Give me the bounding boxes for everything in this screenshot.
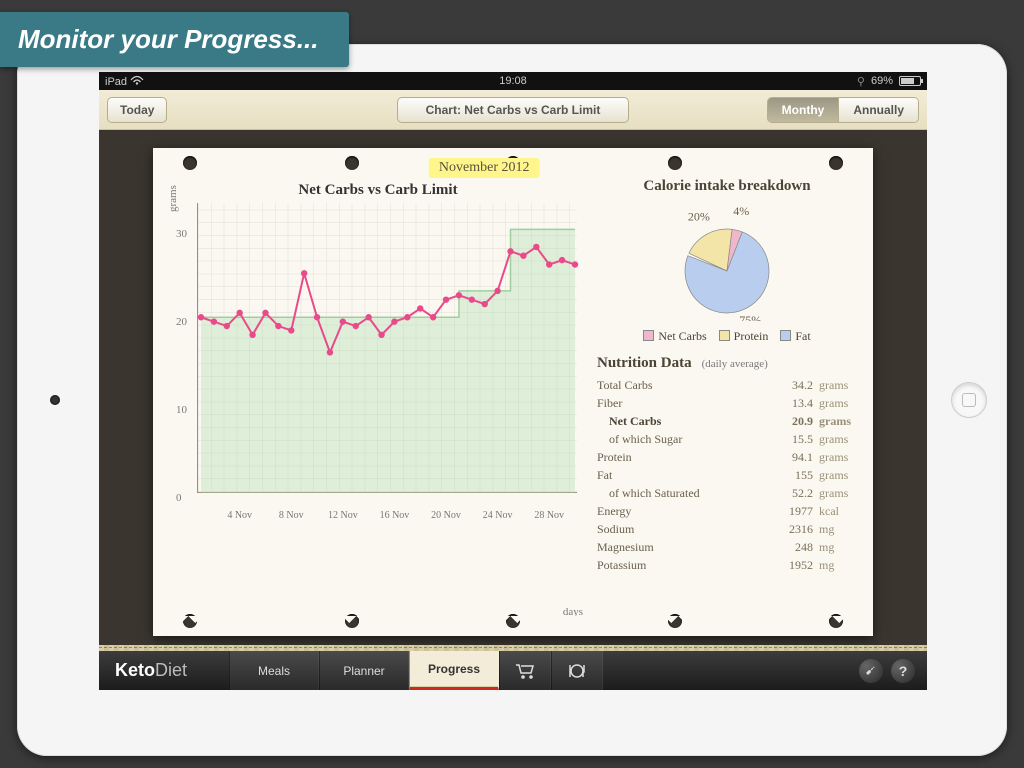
help-button[interactable]: ? <box>891 659 915 683</box>
pie-svg: 20% 4% 75% <box>652 201 802 321</box>
svg-text:75%: 75% <box>739 313 761 321</box>
svg-text:20%: 20% <box>688 209 710 223</box>
tab-restaurant[interactable] <box>551 651 603 690</box>
ipad-bezel: iPad 19:08 ⚲ 69% Today Chart: Net Carbs … <box>17 44 1007 756</box>
nutrition-subtitle: (daily average) <box>702 358 768 370</box>
pie-chart: 20% 4% 75% <box>597 201 857 321</box>
brand-part2: Diet <box>155 660 187 681</box>
nutrition-row: of which Sugar15.5grams <box>597 430 857 448</box>
screen: iPad 19:08 ⚲ 69% Today Chart: Net Carbs … <box>99 72 927 690</box>
today-button[interactable]: Today <box>107 97 167 123</box>
nutrition-row: of which Saturated52.2grams <box>597 484 857 502</box>
nutrition-row: Net Carbs20.9grams <box>597 412 857 430</box>
month-chip: November 2012 <box>429 158 540 178</box>
chart-svg <box>198 203 578 493</box>
nutrition-row: Magnesium248mg <box>597 538 857 556</box>
nutrition-row: Fiber13.4grams <box>597 394 857 412</box>
promo-banner: Monitor your Progress... <box>0 12 349 67</box>
nutrition-row: Fat155grams <box>597 466 857 484</box>
nutrition-title: Nutrition Data <box>597 355 692 371</box>
period-monthly[interactable]: Monthy <box>768 98 839 122</box>
line-chart: grams Net Carbs vs Carb Limit 4 Nov8 Nov… <box>173 182 583 616</box>
chart-xlabel: days <box>563 606 583 618</box>
bottom-tabbar: KetoDiet MealsPlannerProgress ? <box>99 650 927 690</box>
nutrition-row: Energy1977kcal <box>597 502 857 520</box>
top-navbar: Today Chart: Net Carbs vs Carb Limit Mon… <box>99 90 927 130</box>
nutrition-row: Potassium1952mg <box>597 556 857 574</box>
chart-selector[interactable]: Chart: Net Carbs vs Carb Limit <box>397 97 629 123</box>
nutrition-row: Total Carbs34.2grams <box>597 376 857 394</box>
status-bar: iPad 19:08 ⚲ 69% <box>99 72 927 90</box>
main-tabs: MealsPlannerProgress <box>229 651 499 690</box>
chart-plot[interactable]: 4 Nov8 Nov12 Nov16 Nov20 Nov24 Nov28 Nov… <box>197 203 577 493</box>
device-label: iPad <box>105 76 127 88</box>
chart-title: Net Carbs vs Carb Limit <box>173 182 583 199</box>
plate-icon <box>567 662 587 680</box>
content-area: November 2012 grams Net Carbs vs Carb Li… <box>99 130 927 650</box>
wifi-icon <box>130 75 144 88</box>
nutrition-table: Total Carbs34.2gramsFiber13.4gramsNet Ca… <box>597 376 857 574</box>
side-panel: Calorie intake breakdown 20%4%75% Net Ca… <box>597 182 857 616</box>
nutrition-header: Nutrition Data (daily average) <box>597 354 857 372</box>
camera-dot <box>50 395 60 405</box>
battery-pct: 69% <box>871 75 893 87</box>
wrench-icon <box>864 664 878 678</box>
brand-logo[interactable]: KetoDiet <box>99 651 229 690</box>
paper-sheet: November 2012 grams Net Carbs vs Carb Li… <box>153 148 873 636</box>
chart-ylabel: grams <box>167 185 179 212</box>
stitch-border <box>99 645 927 651</box>
period-segmented: Monthy Annually <box>767 97 919 123</box>
tab-progress[interactable]: Progress <box>409 651 499 690</box>
svg-text:4%: 4% <box>733 204 749 218</box>
tab-meals[interactable]: Meals <box>229 651 319 690</box>
tab-shopping[interactable] <box>499 651 551 690</box>
legend-item: Fat <box>780 329 810 344</box>
binder-holes-bottom <box>183 614 843 628</box>
legend-item: Net Carbs <box>643 329 706 344</box>
clock: 19:08 <box>499 75 527 87</box>
battery-icon <box>899 76 921 86</box>
cart-icon <box>514 662 536 680</box>
legend-item: Protein <box>719 329 769 344</box>
tab-planner[interactable]: Planner <box>319 651 409 690</box>
period-annually[interactable]: Annually <box>838 98 918 122</box>
settings-button[interactable] <box>859 659 883 683</box>
bluetooth-icon: ⚲ <box>857 75 865 88</box>
home-button[interactable] <box>951 382 987 418</box>
chart-selector-label: Chart: Net Carbs vs Carb Limit <box>398 98 628 122</box>
nutrition-row: Protein94.1grams <box>597 448 857 466</box>
nutrition-row: Sodium2316mg <box>597 520 857 538</box>
pie-legend: Net Carbs Protein Fat <box>597 329 857 344</box>
brand-part1: Keto <box>115 660 155 681</box>
pie-title: Calorie intake breakdown <box>597 178 857 195</box>
